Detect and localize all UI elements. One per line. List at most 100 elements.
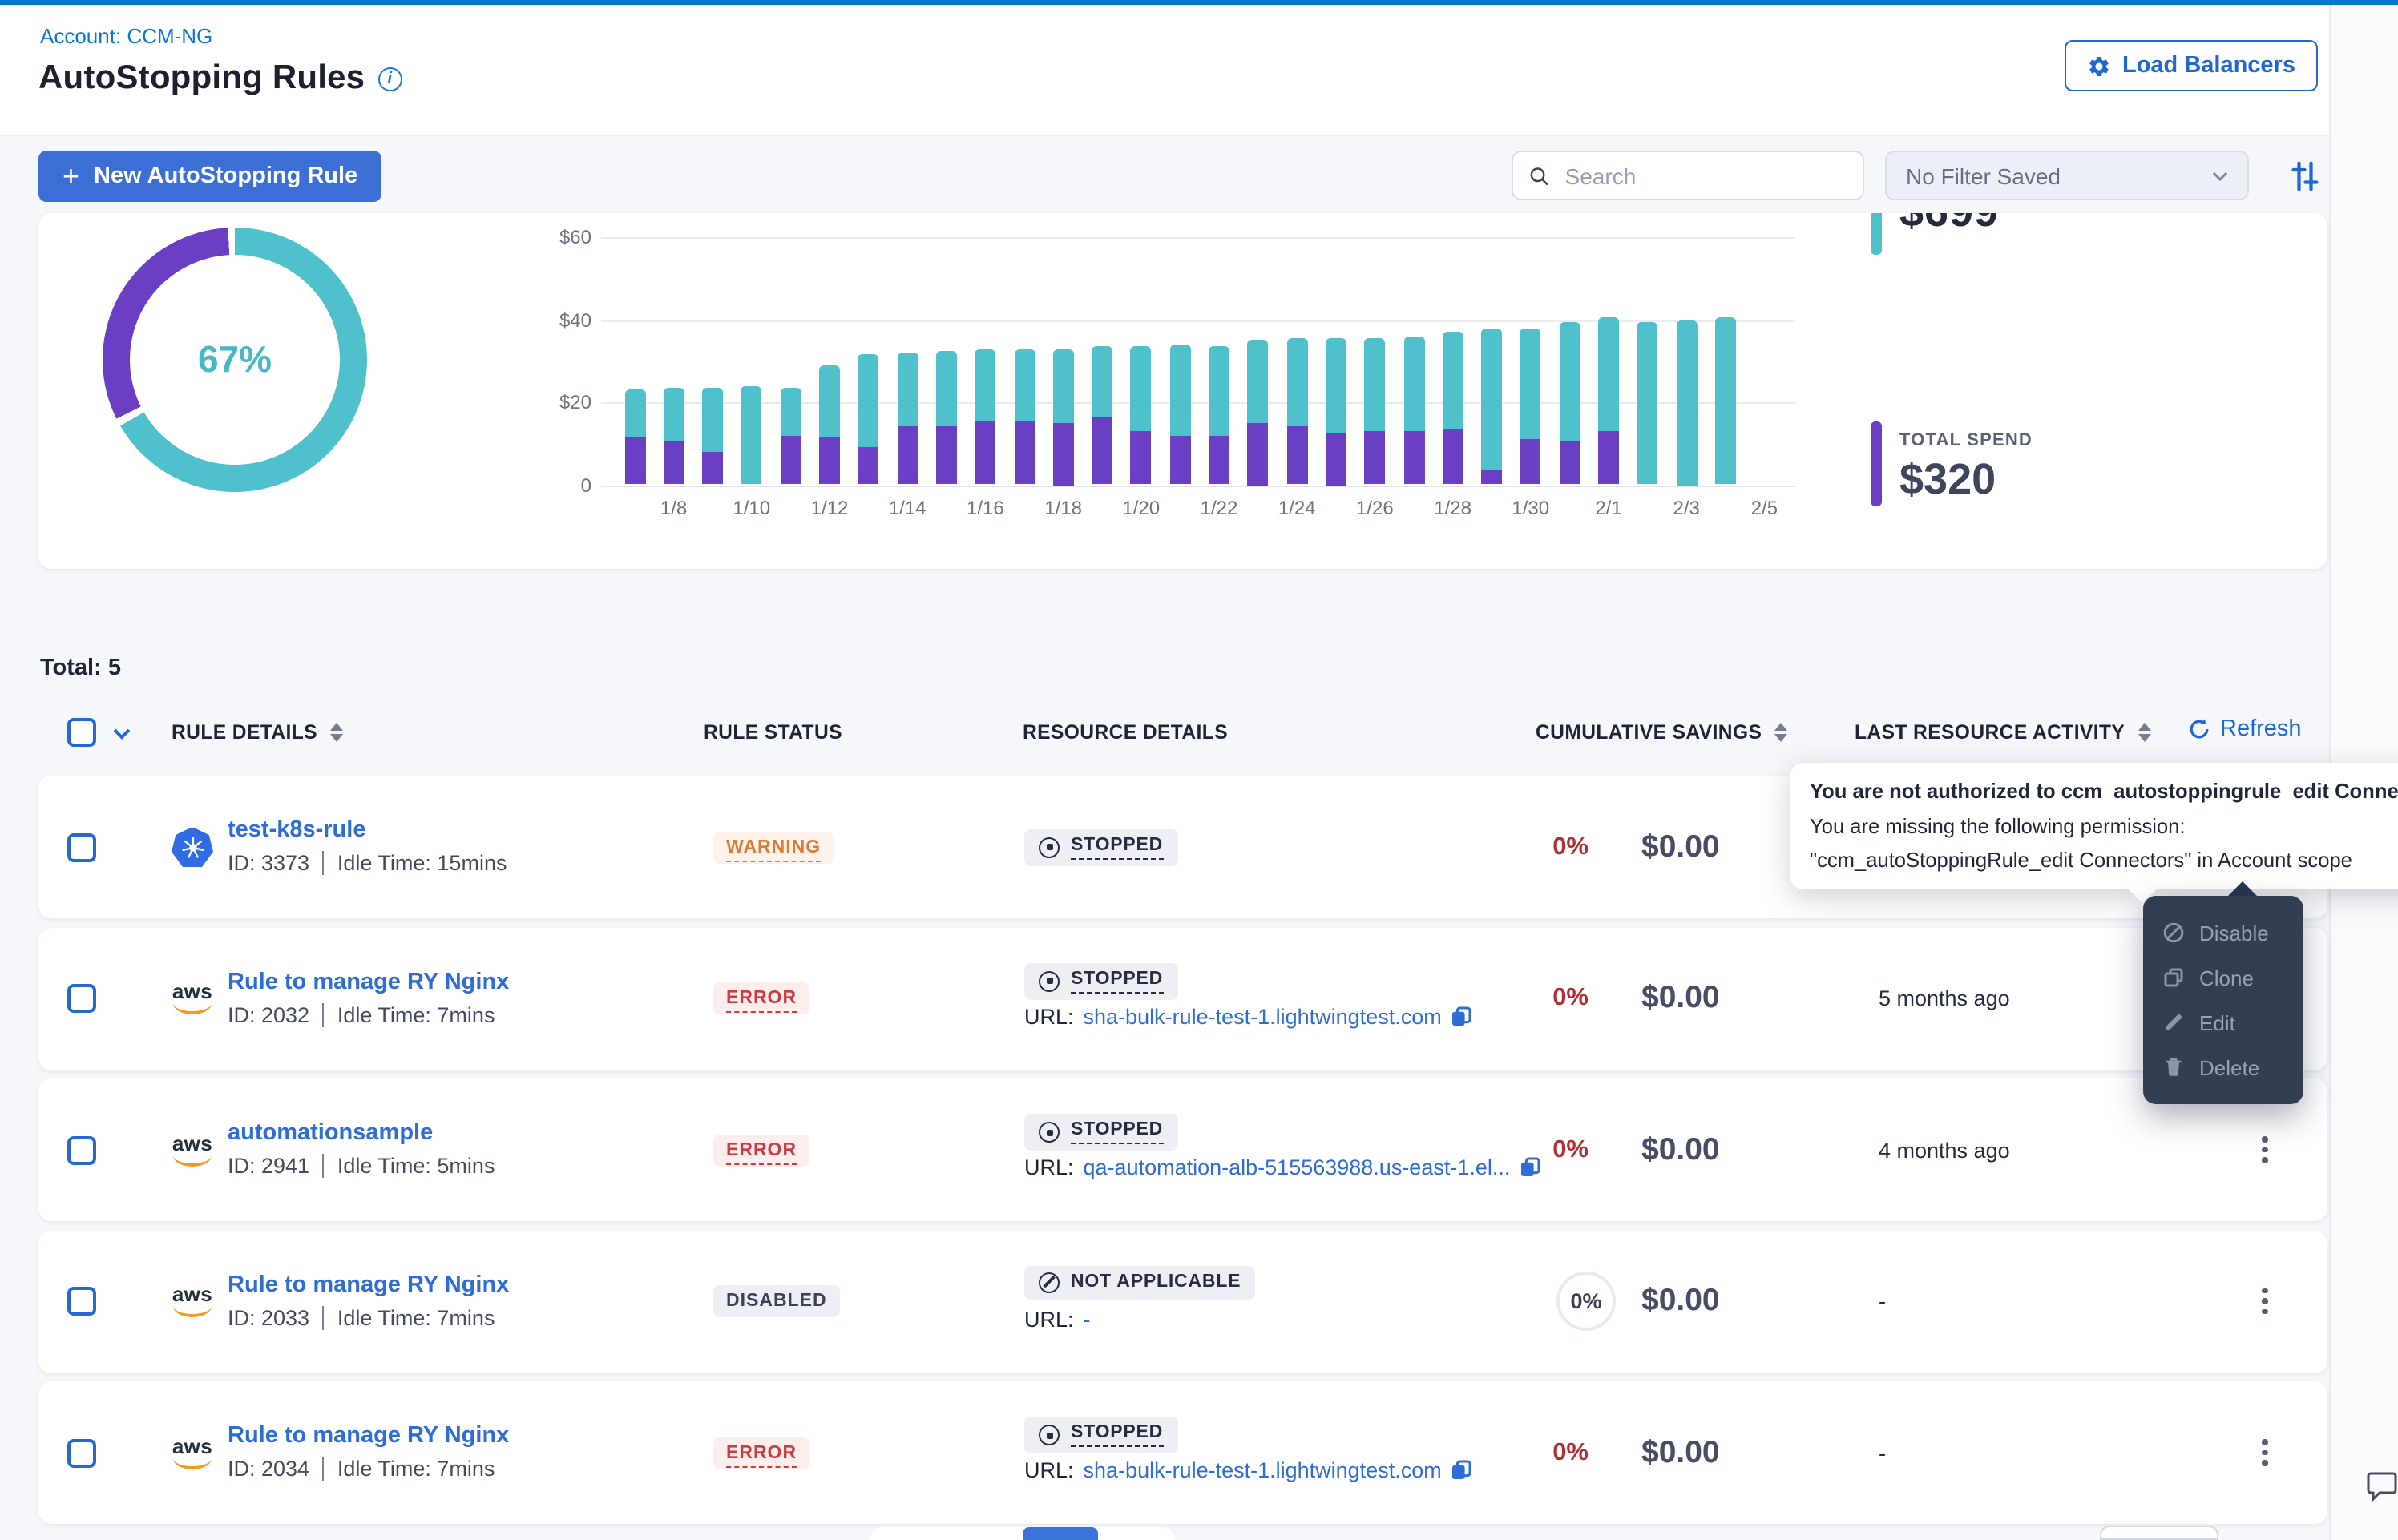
bar-segment-spend xyxy=(975,421,995,485)
row-checkbox[interactable] xyxy=(67,1287,96,1316)
resource-state-badge: STOPPED xyxy=(1024,828,1177,865)
last-activity: - xyxy=(1879,1441,1886,1465)
new-autostopping-rule-button[interactable]: + New AutoStopping Rule xyxy=(38,151,382,202)
rule-meta: ID: 2032Idle Time: 7mins xyxy=(228,1002,495,1026)
bar-segment-spend xyxy=(1131,431,1152,485)
row-menu-kebab-icon[interactable] xyxy=(2251,1282,2279,1320)
info-icon[interactable]: i xyxy=(377,67,402,91)
last-activity: - xyxy=(1879,1289,1886,1313)
pagination-button[interactable] xyxy=(2100,1526,2218,1540)
bar-segment-spend xyxy=(897,427,918,485)
divider xyxy=(322,1154,325,1178)
resource-url-link[interactable]: qa-automation-alb-515563988.us-east-1.el… xyxy=(1084,1155,1511,1179)
rule-status-cell: ERROR xyxy=(713,982,809,1014)
column-last-resource-activity[interactable]: LAST RESOURCE ACTIVITY xyxy=(1855,721,2150,744)
menu-item-clone[interactable]: Clone xyxy=(2143,955,2303,1000)
bar-segment-savings xyxy=(819,365,840,437)
rule-row[interactable]: awsautomationsampleID: 2941Idle Time: 5m… xyxy=(38,1078,2327,1221)
copy-icon[interactable] xyxy=(1451,1460,1472,1481)
aws-icon: aws xyxy=(172,1437,212,1469)
clone-icon xyxy=(2162,966,2185,989)
tooltip-line-3: "ccm_autoStoppingRule_edit Connectors" i… xyxy=(1810,843,2398,877)
bar-segment-spend xyxy=(858,448,879,485)
column-rule-details[interactable]: RULE DETAILS xyxy=(172,721,343,744)
search-box[interactable] xyxy=(1512,151,1864,200)
row-menu-kebab-icon[interactable] xyxy=(2251,1433,2279,1472)
refresh-button[interactable]: Refresh xyxy=(2188,716,2302,742)
bar-segment-spend xyxy=(1209,435,1229,485)
provider-icon-wrap: aws xyxy=(170,982,215,1014)
autostopping-rules-page: Account: CCM-NG AutoStopping Rules i Loa… xyxy=(0,0,2398,1540)
url-label: URL: xyxy=(1024,1458,1074,1482)
load-balancers-button[interactable]: Load Balancers xyxy=(2065,40,2318,91)
bar-segment-savings xyxy=(741,385,762,485)
total-count: Total: 5 xyxy=(40,655,121,681)
aws-icon: aws xyxy=(172,982,212,1014)
sort-icon[interactable] xyxy=(1774,723,1787,743)
bar-segment-savings xyxy=(1131,346,1152,431)
menu-item-edit[interactable]: Edit xyxy=(2143,1000,2303,1045)
aws-icon: aws xyxy=(172,1134,212,1166)
sort-icon[interactable] xyxy=(2138,723,2150,743)
column-cumulative-savings[interactable]: CUMULATIVE SAVINGS xyxy=(1536,721,1787,744)
saved-filter-dropdown[interactable]: No Filter Saved xyxy=(1885,151,2249,200)
bar-segment-savings xyxy=(1209,346,1229,435)
bar-segment-savings xyxy=(1520,328,1541,439)
row-context-menu: DisableCloneEditDelete xyxy=(2143,896,2303,1104)
rule-status-cell: ERROR xyxy=(713,1437,809,1469)
rule-name-link[interactable]: Rule to manage RY Nginx xyxy=(228,1423,509,1449)
savings-amount: $0.00 xyxy=(1641,1283,1720,1320)
row-checkbox[interactable] xyxy=(67,1135,96,1164)
row-checkbox[interactable] xyxy=(67,1438,96,1467)
disable-icon xyxy=(2162,921,2185,944)
row-menu-kebab-icon[interactable] xyxy=(2251,1131,2279,1169)
gridline-60 xyxy=(601,237,1795,239)
provider-icon-wrap xyxy=(170,827,215,867)
savings-percent: 0% xyxy=(1505,1135,1589,1164)
rule-name-link[interactable]: test-k8s-rule xyxy=(228,817,365,843)
search-input[interactable] xyxy=(1562,161,1847,190)
savings-percent-label: 67% xyxy=(198,338,272,381)
row-checkbox[interactable] xyxy=(67,984,96,1013)
resource-url-link[interactable]: sha-bulk-rule-test-1.lightwingtest.com xyxy=(1084,1458,1442,1482)
y-axis-label: $20 xyxy=(521,391,591,413)
total-spend-value: $320 xyxy=(1899,455,1996,505)
bar-segment-spend xyxy=(1403,431,1424,485)
x-axis-label: 1/20 xyxy=(1109,497,1173,519)
rule-name-link[interactable]: Rule to manage RY Nginx xyxy=(228,1272,509,1297)
select-all-checkbox[interactable] xyxy=(67,718,96,747)
resource-url-link[interactable]: - xyxy=(1084,1307,1091,1331)
bar-segment-spend xyxy=(1169,435,1190,485)
bar-segment-savings xyxy=(780,388,801,435)
resource-url-line: URL: qa-automation-alb-515563988.us-east-… xyxy=(1024,1155,1540,1179)
rule-row[interactable]: awsRule to manage RY NginxID: 2033Idle T… xyxy=(38,1230,2327,1373)
bar-segment-spend xyxy=(1014,421,1035,485)
chat-bubble-icon[interactable] xyxy=(2366,1469,2398,1505)
rule-status-cell: DISABLED xyxy=(713,1285,840,1317)
resource-url-link[interactable]: sha-bulk-rule-test-1.lightwingtest.com xyxy=(1084,1004,1442,1028)
rule-name-link[interactable]: automationsample xyxy=(228,1120,433,1146)
top-accent-bar xyxy=(0,0,2398,5)
rule-name-link[interactable]: Rule to manage RY Nginx xyxy=(228,969,509,994)
bar-segment-spend xyxy=(1286,427,1307,485)
account-breadcrumb-link[interactable]: Account: CCM-NG xyxy=(40,24,212,48)
pagination-current-page[interactable] xyxy=(1023,1527,1098,1540)
copy-icon[interactable] xyxy=(1451,1006,1472,1026)
select-menu-chevron-icon[interactable] xyxy=(112,728,131,740)
rule-row[interactable]: aws Rule to manage RY Nginx ID: 2032Idle T… xyxy=(38,927,2327,1070)
bar-segment-spend xyxy=(624,437,645,485)
url-label: URL: xyxy=(1024,1155,1074,1179)
x-axis-label: 1/16 xyxy=(953,497,1017,519)
filter-sliders-icon[interactable] xyxy=(2289,160,2321,192)
savings-amount: $0.00 xyxy=(1641,828,1720,865)
menu-item-disable[interactable]: Disable xyxy=(2143,910,2303,955)
rule-meta: ID: 3373Idle Time: 15mins xyxy=(228,851,507,875)
rule-status-badge: ERROR xyxy=(713,1437,809,1469)
delete-icon xyxy=(2162,1056,2185,1078)
row-checkbox[interactable] xyxy=(67,832,96,861)
rule-row[interactable]: awsRule to manage RY NginxID: 2034Idle T… xyxy=(38,1381,2327,1524)
bar-segment-spend xyxy=(1364,431,1385,485)
sort-icon[interactable] xyxy=(330,723,343,743)
bar-segment-spend xyxy=(936,427,957,485)
menu-item-delete[interactable]: Delete xyxy=(2143,1045,2303,1090)
